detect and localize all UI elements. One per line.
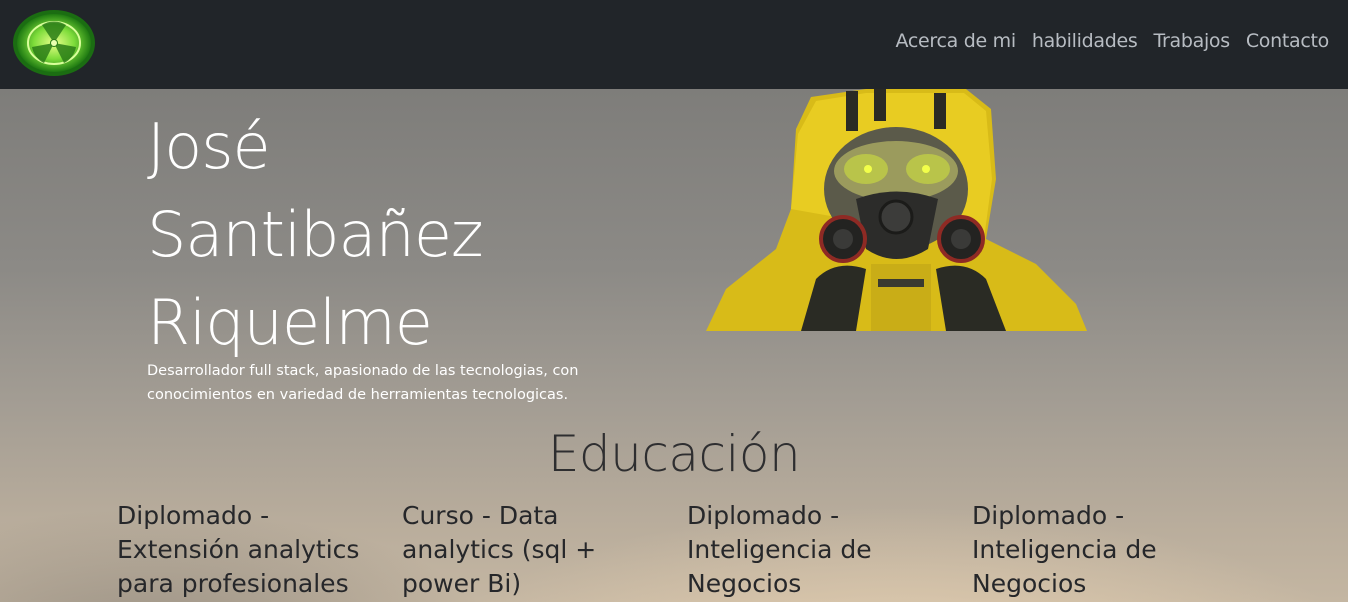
hazmat-figure-illustration [706, 89, 1087, 331]
hero-name: José Santibañez Riquelme [147, 103, 484, 367]
education-card: Diplomado - Extensión analytics para pro… [117, 501, 360, 598]
navbar: Acerca de mi habilidades Trabajos Contac… [0, 0, 1348, 89]
education-card: Diplomado - Inteligencia de Negocios [687, 501, 872, 598]
nav-links: Acerca de mi habilidades Trabajos Contac… [896, 30, 1330, 52]
hero-name-line-1: José [147, 110, 271, 183]
nav-link-contacto[interactable]: Contacto [1246, 30, 1329, 52]
radioactive-icon[interactable] [12, 9, 96, 77]
hero-name-line-3: Riquelme [147, 286, 433, 359]
hero-description: Desarrollador full stack, apasionado de … [147, 363, 579, 403]
education-card: Curso - Data analytics (sql + power Bi) [402, 501, 597, 598]
nav-link-trabajos[interactable]: Trabajos [1153, 30, 1230, 52]
education-card: Diplomado - Inteligencia de Negocios [972, 501, 1157, 598]
education-title: Educación [547, 425, 801, 483]
hero-name-line-2: Santibañez [147, 198, 484, 271]
nav-link-habilidades[interactable]: habilidades [1032, 30, 1138, 52]
nav-link-acerca[interactable]: Acerca de mi [896, 30, 1017, 52]
